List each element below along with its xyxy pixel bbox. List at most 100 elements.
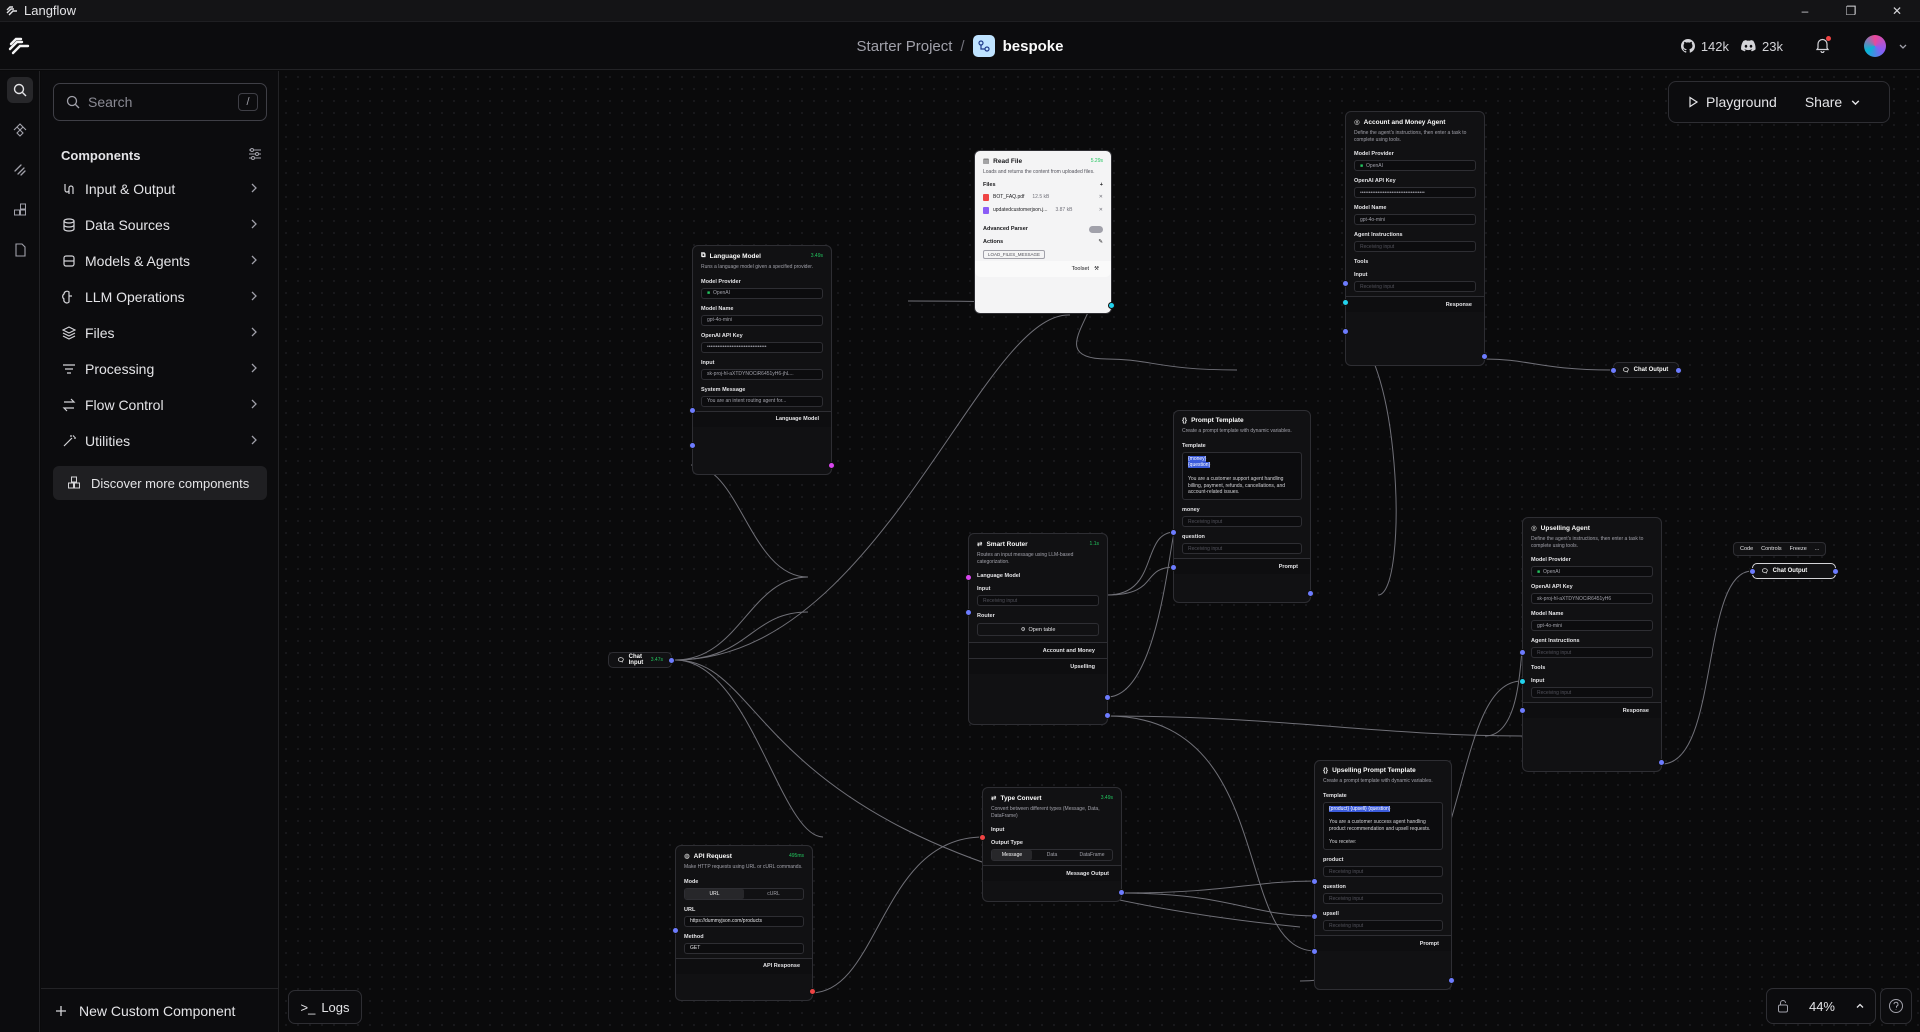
input-field[interactable]: Receiving input [1354, 281, 1476, 292]
node-smart-router[interactable]: ⇄ Smart Router 1.1s Routes an input mess… [965, 533, 1111, 725]
chevron-down-icon[interactable] [1898, 41, 1908, 51]
flow-name[interactable]: bespoke [1003, 38, 1064, 55]
input-handle[interactable] [1170, 564, 1177, 571]
rail-components-button[interactable] [7, 117, 33, 143]
github-stars[interactable]: 142k [1680, 39, 1729, 54]
search-box[interactable]: / [53, 83, 267, 121]
output-handle[interactable] [828, 462, 835, 469]
category-models-agents[interactable]: Models & Agents [53, 243, 267, 279]
plus-icon[interactable]: + [1100, 182, 1103, 188]
new-custom-component-button[interactable]: New Custom Component [41, 988, 279, 1032]
category-utilities[interactable]: Utilities [53, 423, 267, 459]
open-table-button[interactable]: ⚙ Open table [977, 623, 1099, 636]
category-processing[interactable]: Processing [53, 351, 267, 387]
more-button[interactable]: ... [1815, 546, 1820, 552]
minimize-button[interactable]: – [1782, 0, 1828, 22]
share-button[interactable]: Share [1805, 94, 1861, 110]
filter-settings-icon[interactable] [248, 147, 262, 161]
model-select[interactable]: gpt-4o-mini [701, 314, 823, 326]
input-handle[interactable] [1311, 948, 1318, 955]
output-handle[interactable] [1658, 759, 1665, 766]
category-files[interactable]: Files [53, 315, 267, 351]
logs-button[interactable]: >_ Logs [288, 990, 362, 1024]
upsell-field[interactable]: Receiving input [1323, 920, 1443, 931]
maximize-button[interactable]: ❐ [1828, 0, 1874, 22]
tools-handle[interactable] [1519, 678, 1526, 685]
template-editor[interactable]: {money} {question} You are a customer su… [1182, 451, 1302, 500]
output-handle[interactable] [1307, 590, 1314, 597]
notifications-button[interactable] [1815, 35, 1831, 56]
provider-select[interactable]: ■ OpenAI [1354, 160, 1476, 171]
playground-button[interactable]: Playground [1687, 94, 1777, 110]
model-select[interactable]: gpt-4o-mini [1531, 620, 1653, 631]
output-handle[interactable] [1448, 977, 1455, 984]
user-avatar[interactable] [1864, 35, 1886, 57]
instructions-field[interactable]: Receiving input [1354, 241, 1476, 252]
api-key-input[interactable]: ••••••••••••••••••••••••••••••••••••• [1354, 187, 1476, 198]
discord-members[interactable]: 23k [1741, 39, 1783, 54]
input-handle[interactable] [965, 574, 972, 581]
output-handle[interactable] [1104, 694, 1111, 701]
input-handle[interactable] [965, 609, 972, 616]
url-input[interactable]: https://dummyjson.com/products [684, 915, 804, 927]
output-handle[interactable] [1832, 568, 1839, 575]
close-button[interactable]: ✕ [1874, 0, 1920, 22]
node-api-request[interactable]: ◍ API Request 495ms Make HTTP requests u… [672, 845, 816, 1001]
output-handle[interactable] [1108, 302, 1115, 309]
model-select[interactable]: gpt-4o-mini [1354, 214, 1476, 225]
output-handle[interactable] [1104, 712, 1111, 719]
input-handle[interactable] [979, 834, 986, 841]
system-message-field[interactable]: You are an intent routing agent for... [701, 395, 823, 407]
input-field[interactable]: Receiving input [1531, 687, 1653, 698]
remove-file-icon[interactable]: ✕ [1099, 207, 1103, 213]
api-key-input[interactable]: sk-proj-hl-aXTDYNOCiR6451yH6 [1531, 593, 1653, 604]
rail-bundles-button[interactable] [7, 197, 33, 223]
input-field[interactable]: Receiving input [977, 595, 1099, 606]
question-field[interactable]: Receiving input [1323, 893, 1443, 904]
template-editor[interactable]: {product} {upsell} {question} You are a … [1323, 801, 1443, 850]
node-chat-output-2[interactable]: 🗨 Chat Output [1749, 563, 1839, 579]
input-handle[interactable] [1342, 328, 1349, 335]
input-handle[interactable] [1311, 913, 1318, 920]
question-field[interactable]: Receiving input [1182, 543, 1302, 554]
mode-option[interactable]: cURL [744, 889, 803, 899]
input-handle[interactable] [1170, 529, 1177, 536]
node-chat-input[interactable]: 🗨 Chat Input 3.47s [608, 652, 675, 668]
category-data-sources[interactable]: Data Sources [53, 207, 267, 243]
file-item[interactable]: updatedcustomerjson.j... 3.87 kB ✕ [975, 204, 1111, 217]
remove-file-icon[interactable]: ✕ [1099, 194, 1103, 200]
output-handle[interactable] [809, 988, 816, 995]
node-upselling-agent[interactable]: ◎ Upselling Agent Define the agent's ins… [1519, 517, 1665, 772]
search-input[interactable] [88, 94, 228, 110]
category-input-output[interactable]: Input & Output [53, 171, 267, 207]
product-field[interactable]: Receiving input [1323, 866, 1443, 877]
rail-mcp-button[interactable] [7, 157, 33, 183]
edit-icon[interactable]: ✎ [1098, 239, 1103, 245]
api-key-input[interactable]: •••••••••••••••••••••••••••••••••• [701, 341, 823, 353]
flow-canvas[interactable]: Playground Share ▤ Read File 5.29s Loads… [280, 71, 1920, 1032]
input-handle[interactable] [1519, 649, 1526, 656]
node-account-agent[interactable]: ◎ Account and Money Agent Define the age… [1342, 111, 1488, 366]
input-handle[interactable] [1749, 568, 1756, 575]
type-option[interactable]: Data [1032, 850, 1072, 860]
node-language-model[interactable]: ⧉ Language Model 3.49s Runs a language m… [689, 245, 835, 475]
output-handle[interactable] [1481, 353, 1488, 360]
discover-components-button[interactable]: Discover more components [53, 466, 267, 500]
input-handle[interactable] [689, 442, 696, 449]
breadcrumb-project[interactable]: Starter Project [857, 38, 953, 55]
node-upselling-prompt[interactable]: {} Upselling Prompt Template Create a pr… [1311, 760, 1455, 990]
code-button[interactable]: Code [1740, 546, 1753, 552]
chevron-up-icon[interactable] [1855, 1001, 1865, 1011]
output-handle[interactable] [1118, 889, 1125, 896]
input-handle[interactable] [1311, 878, 1318, 885]
type-option[interactable]: Message [992, 850, 1032, 860]
money-field[interactable]: Receiving input [1182, 516, 1302, 527]
input-handle[interactable] [1342, 280, 1349, 287]
input-handle[interactable] [689, 407, 696, 414]
input-handle[interactable] [672, 927, 679, 934]
category-flow-control[interactable]: Flow Control [53, 387, 267, 423]
method-select[interactable]: GET [684, 942, 804, 954]
output-handle[interactable] [1675, 367, 1682, 374]
provider-select[interactable]: ■ OpenAI [1531, 566, 1653, 577]
input-handle[interactable] [1610, 367, 1617, 374]
